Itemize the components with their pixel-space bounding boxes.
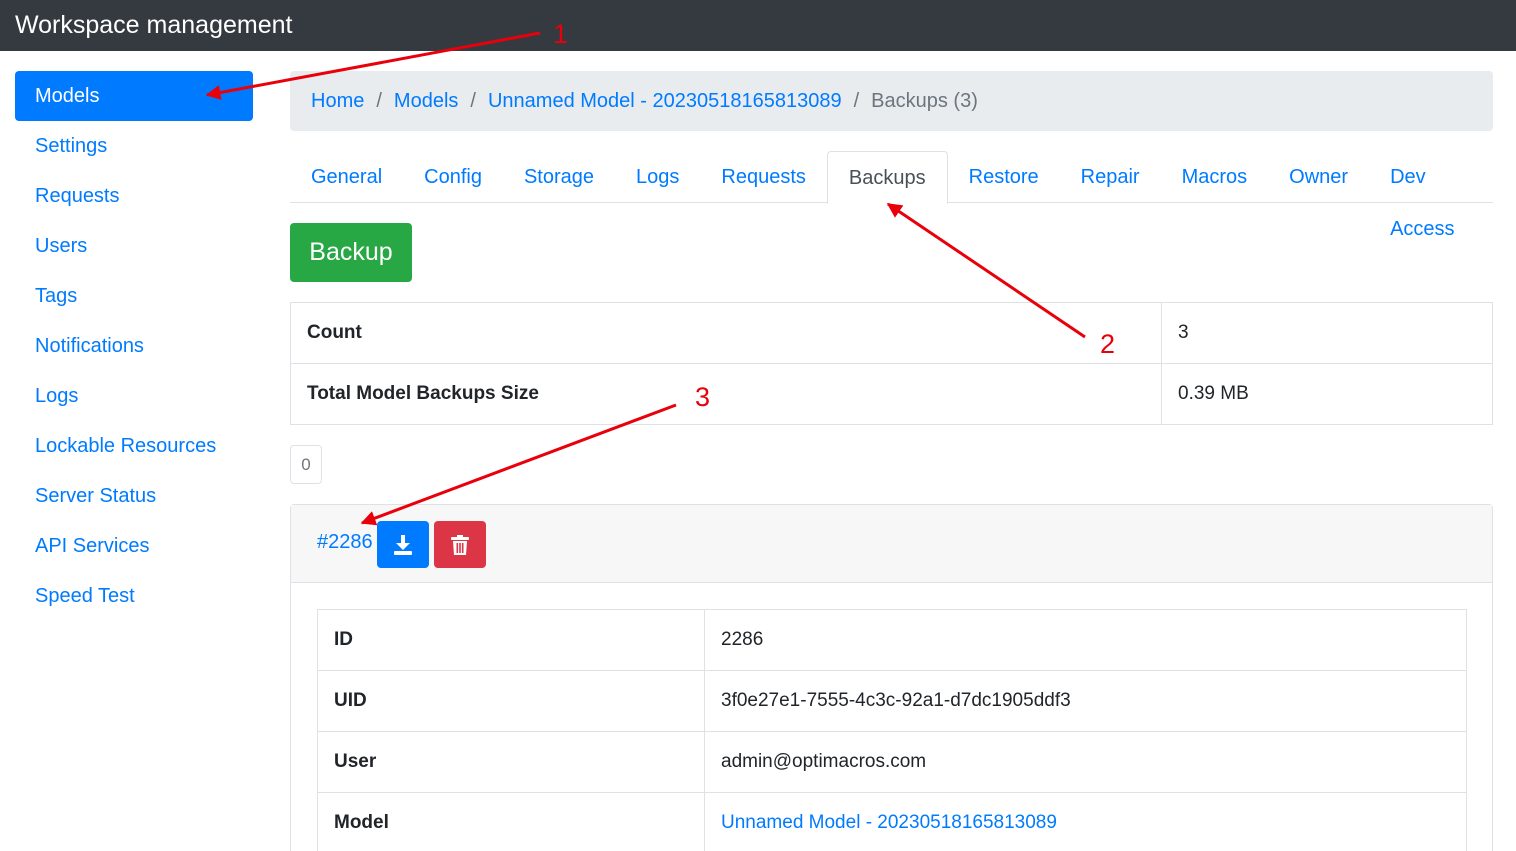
sidebar-item-models[interactable]: Models [15, 71, 253, 121]
tab-logs[interactable]: Logs [615, 151, 700, 203]
detail-user-value: admin@optimacros.com [704, 731, 1467, 793]
tab-requests[interactable]: Requests [700, 151, 827, 203]
download-icon [394, 534, 412, 555]
sidebar-item-requests[interactable]: Requests [15, 171, 253, 221]
sidebar-item-api-services[interactable]: API Services [15, 521, 253, 571]
sidebar-item-logs[interactable]: Logs [15, 371, 253, 421]
breadcrumb-separator: / [853, 89, 860, 112]
backup-card-header: #2286 [291, 505, 1492, 583]
sidebar-item-server-status[interactable]: Server Status [15, 471, 253, 521]
tab-owner[interactable]: Owner [1268, 151, 1369, 203]
download-backup-button[interactable] [377, 521, 429, 568]
backup-card: #2286 ID 2286 UID 3f0e27e1-7555-4c3c-92a… [290, 504, 1493, 851]
sidebar: Models Settings Requests Users Tags Noti… [15, 71, 253, 621]
summary-size-value: 0.39 MB [1161, 363, 1493, 425]
detail-id-label: ID [317, 609, 705, 671]
summary-count-label: Count [290, 302, 1162, 364]
sidebar-item-notifications[interactable]: Notifications [15, 321, 253, 371]
breadcrumb: Home / Models / Unnamed Model - 20230518… [290, 71, 1493, 131]
table-row: Count 3 [290, 302, 1493, 364]
tab-backups[interactable]: Backups [826, 151, 948, 204]
tab-macros[interactable]: Macros [1161, 151, 1269, 203]
summary-count-value: 3 [1161, 302, 1493, 364]
sidebar-item-tags[interactable]: Tags [15, 271, 253, 321]
tab-general[interactable]: General [290, 151, 403, 203]
model-tabs: General Config Storage Logs Requests Bac… [290, 151, 1493, 240]
sidebar-item-users[interactable]: Users [15, 221, 253, 271]
breadcrumb-current: Backups (3) [871, 89, 978, 112]
table-row: ID 2286 [317, 609, 1467, 671]
table-row: User admin@optimacros.com [317, 731, 1467, 793]
detail-model-label: Model [317, 792, 705, 851]
table-row: Model Unnamed Model - 20230518165813089 [317, 792, 1467, 851]
trash-icon [451, 534, 469, 555]
sidebar-item-settings[interactable]: Settings [15, 121, 253, 171]
detail-id-value: 2286 [704, 609, 1467, 671]
sidebar-item-lockable-resources[interactable]: Lockable Resources [15, 421, 253, 471]
breadcrumb-models[interactable]: Models [394, 90, 458, 113]
sidebar-item-speed-test[interactable]: Speed Test [15, 571, 253, 621]
breadcrumb-separator: / [376, 89, 382, 112]
detail-model-link[interactable]: Unnamed Model - 20230518165813089 [704, 792, 1467, 851]
backup-button[interactable]: Backup [290, 223, 412, 282]
tab-repair[interactable]: Repair [1060, 151, 1161, 203]
top-navbar: Workspace management [0, 0, 1516, 51]
backup-details-table: ID 2286 UID 3f0e27e1-7555-4c3c-92a1-d7dc… [317, 609, 1467, 851]
tab-config[interactable]: Config [403, 151, 503, 203]
backup-id-link[interactable]: #2286 [317, 531, 373, 554]
table-row: UID 3f0e27e1-7555-4c3c-92a1-d7dc1905ddf3 [317, 670, 1467, 732]
detail-user-label: User [317, 731, 705, 793]
detail-uid-value: 3f0e27e1-7555-4c3c-92a1-d7dc1905ddf3 [704, 670, 1467, 732]
table-row: Total Model Backups Size 0.39 MB [290, 363, 1493, 425]
breadcrumb-separator: / [470, 89, 476, 112]
backups-summary-table: Count 3 Total Model Backups Size 0.39 MB [290, 302, 1493, 425]
breadcrumb-home[interactable]: Home [311, 90, 364, 113]
delete-backup-button[interactable] [434, 521, 486, 568]
breadcrumb-model[interactable]: Unnamed Model - 20230518165813089 [488, 90, 842, 113]
summary-size-label: Total Model Backups Size [290, 363, 1162, 425]
tab-storage[interactable]: Storage [503, 151, 615, 203]
app-title: Workspace management [15, 11, 293, 39]
pagination-item[interactable]: 0 [290, 445, 322, 484]
tab-restore[interactable]: Restore [948, 151, 1060, 203]
tab-dev-access[interactable]: Dev Access [1369, 151, 1493, 240]
detail-uid-label: UID [317, 670, 705, 732]
